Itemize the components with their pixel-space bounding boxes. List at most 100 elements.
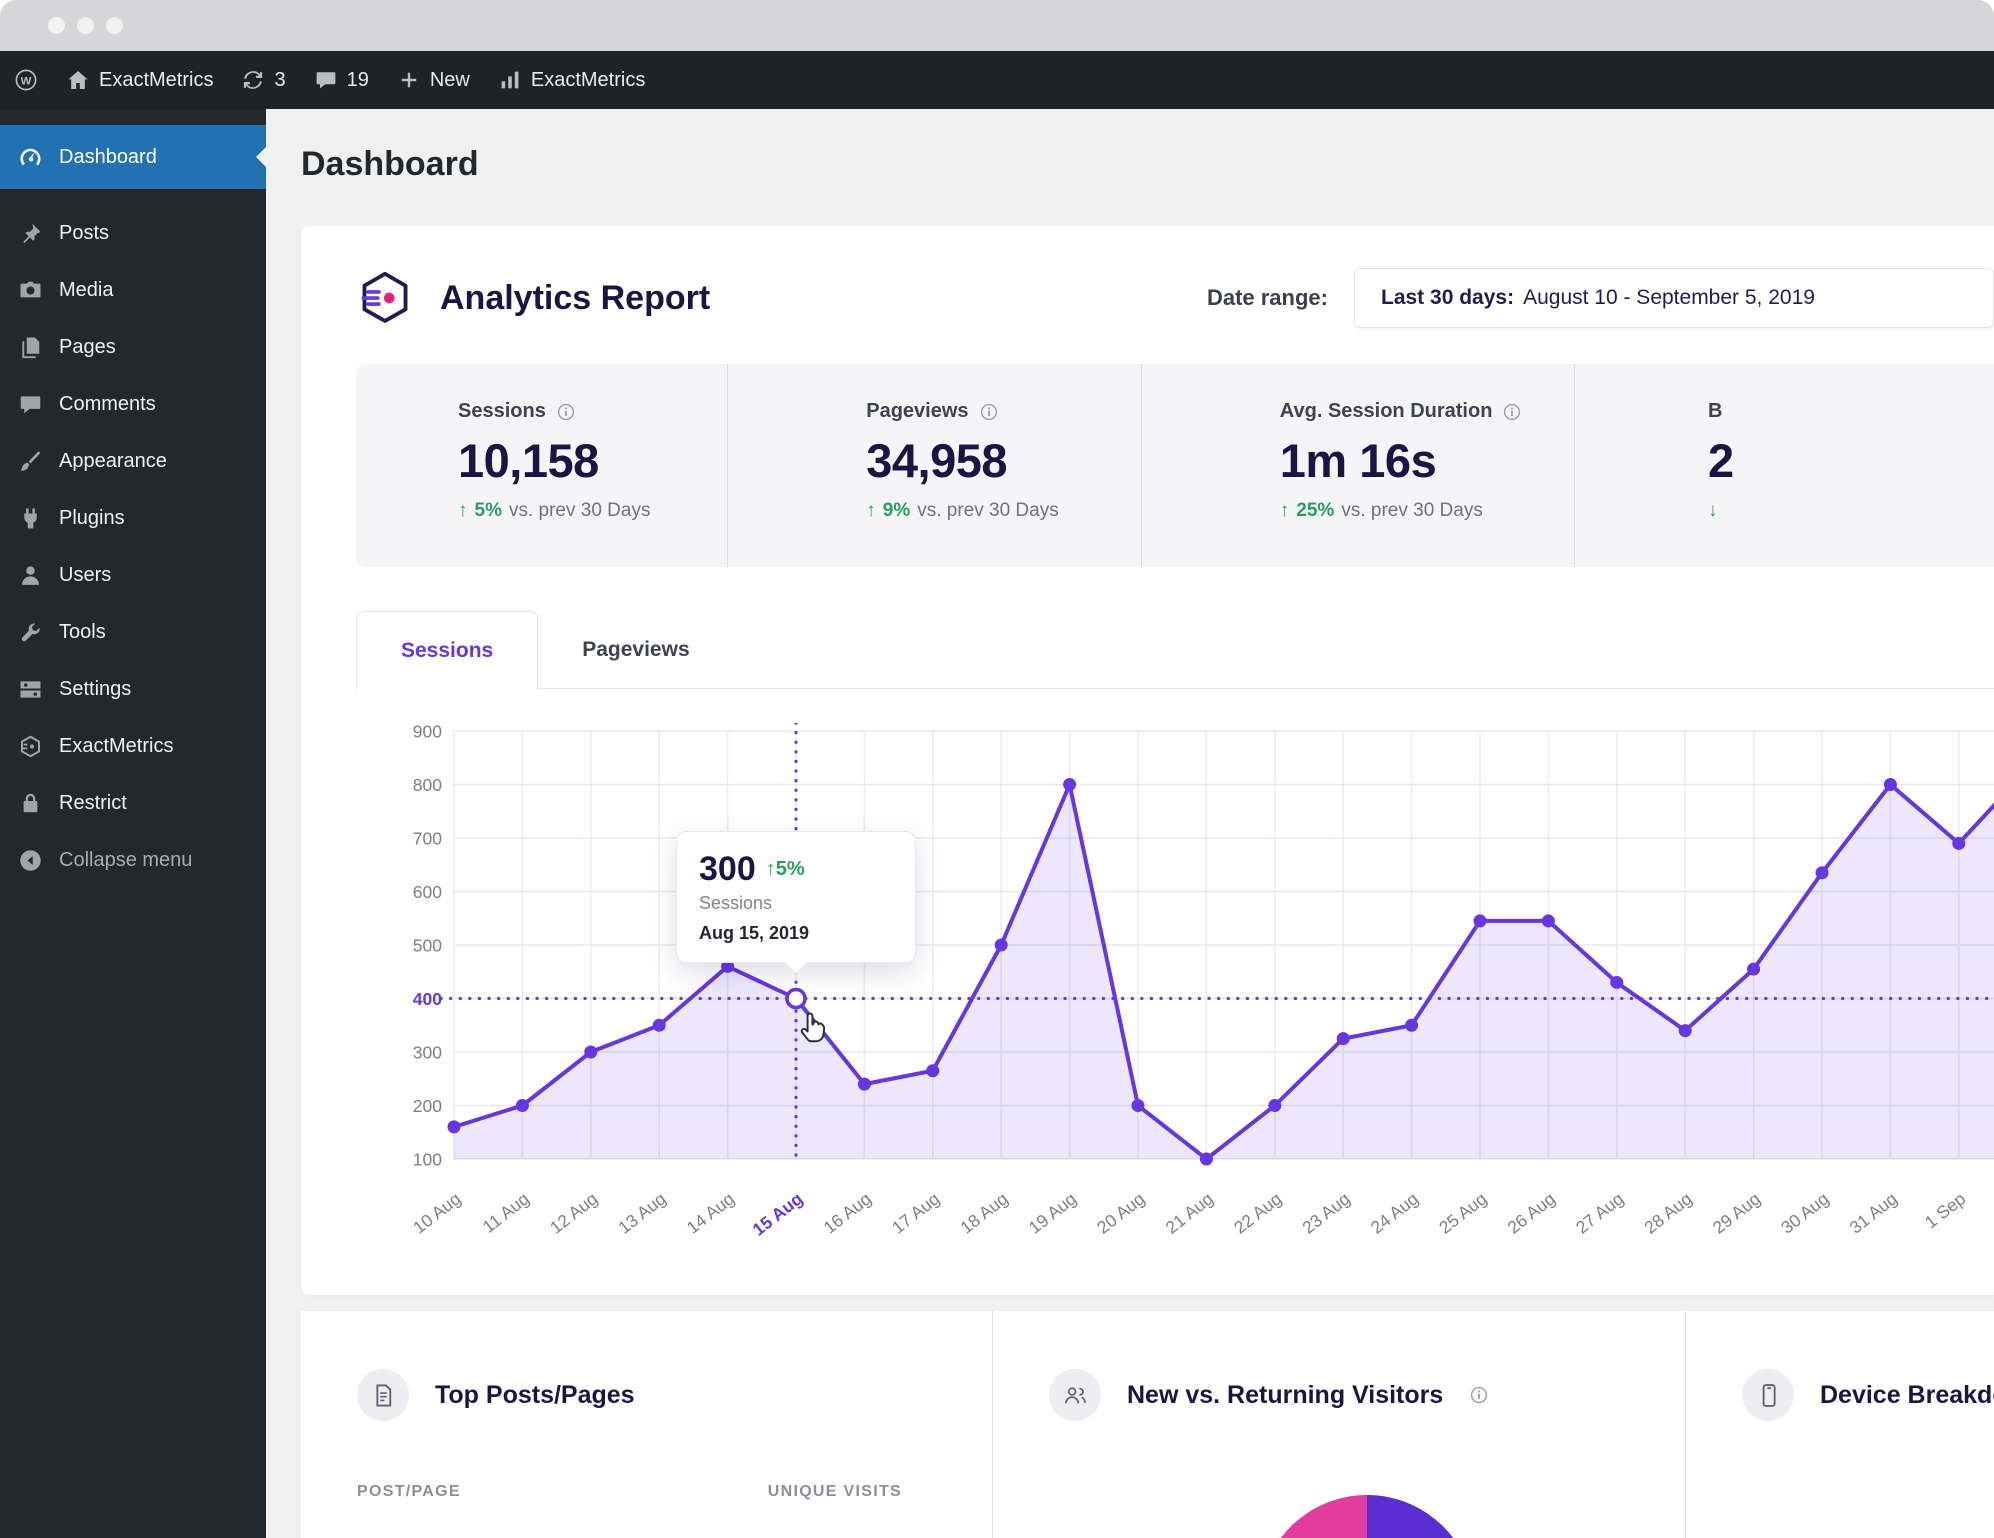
svg-text:19 Aug: 19 Aug: [1025, 1188, 1080, 1237]
stat-value: 34,958: [866, 434, 1008, 487]
summary-stats: Sessions 10,158 ↑ 5% vs. prev 30 Days Pa…: [356, 364, 1994, 567]
svg-text:600: 600: [413, 882, 442, 902]
sidebar-item-settings[interactable]: Settings: [0, 661, 266, 718]
info-icon[interactable]: [1469, 1385, 1489, 1405]
stat-change: ↑ 9% vs. prev 30 Days: [866, 500, 1059, 521]
exactmetrics-logo-icon: [356, 269, 414, 327]
sidebar-item-exactmetrics[interactable]: ExactMetrics: [0, 718, 266, 775]
bar-chart-icon: [498, 68, 522, 92]
stat-sessions: Sessions 10,158 ↑ 5% vs. prev 30 Days: [356, 364, 727, 567]
window-close-dot[interactable]: [48, 17, 65, 34]
restrict-icon: [18, 791, 43, 816]
info-icon[interactable]: [1502, 402, 1522, 422]
line-chart-svg: 100 200 300 400 500 600 700 800 900 10 Aug 11 Aug 1…: [409, 723, 1994, 1240]
column-post-page: POST/PAGE: [357, 1483, 461, 1500]
stat-label: Pageviews: [866, 400, 969, 422]
sidebar-item-dashboard[interactable]: Dashboard: [0, 125, 266, 189]
sidebar-item-collapse-menu[interactable]: Collapse menu: [0, 832, 266, 889]
stat-pageviews: Pageviews 34,958 ↑ 9% vs. prev 30 Days: [727, 364, 1141, 567]
svg-text:26 Aug: 26 Aug: [1504, 1188, 1559, 1237]
update-icon: [241, 68, 265, 92]
svg-text:25 Aug: 25 Aug: [1435, 1188, 1490, 1237]
info-icon[interactable]: [556, 402, 576, 422]
home-icon: [66, 68, 90, 92]
stat-avg-session-duration: Avg. Session Duration 1m 16s ↑ 25% vs. p…: [1140, 364, 1574, 567]
svg-text:17 Aug: 17 Aug: [888, 1188, 943, 1237]
sidebar-item-users[interactable]: Users: [0, 547, 266, 604]
sidebar-item-tools[interactable]: Tools: [0, 604, 266, 661]
wordpress-logo-icon: W: [14, 68, 38, 92]
stat-truncated: B 2 ↓: [1574, 364, 1994, 567]
svg-text:1 Sep: 1 Sep: [1921, 1188, 1969, 1232]
exactmetrics-icon: [18, 734, 43, 759]
dashboard-icon: [18, 145, 43, 170]
report-header: Analytics Report Date range: Last 30 day…: [301, 226, 1994, 364]
site-name-menu[interactable]: ExactMetrics: [52, 51, 227, 109]
collapse-icon: [18, 848, 43, 873]
sidebar-item-media[interactable]: Media: [0, 262, 266, 319]
comments-menu[interactable]: 19: [300, 51, 383, 109]
wp-admin-bar: W ExactMetrics 3 19 New ExactMetrics: [0, 51, 1994, 109]
sidebar-item-appearance[interactable]: Appearance: [0, 433, 266, 490]
svg-text:23 Aug: 23 Aug: [1298, 1188, 1353, 1237]
svg-text:22 Aug: 22 Aug: [1230, 1188, 1285, 1237]
posts-icon: [18, 221, 43, 246]
svg-text:800: 800: [413, 775, 442, 795]
svg-text:28 Aug: 28 Aug: [1640, 1188, 1695, 1237]
new-vs-returning-title: New vs. Returning Visitors: [1127, 1380, 1444, 1409]
main-content: Dashboard Analytics Report Date range: L…: [266, 109, 1994, 1538]
svg-text:30 Aug: 30 Aug: [1777, 1188, 1832, 1237]
svg-text:21 Aug: 21 Aug: [1162, 1188, 1217, 1237]
settings-icon: [18, 677, 43, 702]
tab-sessions[interactable]: Sessions: [356, 611, 539, 689]
sidebar-item-plugins[interactable]: Plugins: [0, 490, 266, 547]
stat-label: Avg. Session Duration: [1279, 400, 1493, 422]
wp-logo-menu[interactable]: W: [0, 51, 52, 109]
svg-text:27 Aug: 27 Aug: [1572, 1188, 1627, 1237]
stat-value: 2: [1708, 434, 1734, 487]
tooltip-change: ↑5%: [765, 857, 805, 880]
info-icon[interactable]: [979, 402, 999, 422]
svg-text:W: W: [21, 75, 32, 87]
tab-pageviews[interactable]: Pageviews: [538, 611, 733, 688]
svg-text:900: 900: [413, 723, 442, 742]
sidebar-item-comments[interactable]: Comments: [0, 376, 266, 433]
chart-tooltip: 300 ↑5% Sessions Aug 15, 2019: [676, 830, 916, 975]
arrow-up-icon: ↑: [458, 500, 468, 521]
svg-text:13 Aug: 13 Aug: [614, 1188, 669, 1237]
report-title: Analytics Report: [440, 278, 711, 317]
svg-text:11 Aug: 11 Aug: [479, 1188, 533, 1237]
svg-text:10 Aug: 10 Aug: [409, 1188, 464, 1237]
comment-bubble-icon: [314, 68, 338, 92]
sidebar-item-label: Restrict: [59, 792, 127, 814]
sidebar-item-label: Plugins: [59, 507, 125, 529]
visitors-pie-chart: [1259, 1495, 1475, 1538]
sessions-chart[interactable]: 100 200 300 400 500 600 700 800 900 10 Aug 11 Aug 1…: [301, 723, 1994, 1283]
new-content-menu[interactable]: New: [383, 51, 484, 109]
svg-text:300: 300: [413, 1043, 442, 1063]
exactmetrics-toolbar-menu[interactable]: ExactMetrics: [484, 51, 659, 109]
date-range-dates: August 10 - September 5, 2019: [1523, 286, 1815, 309]
appearance-icon: [18, 449, 43, 474]
date-range-button[interactable]: Last 30 days: August 10 - September 5, 2…: [1354, 268, 1994, 328]
sidebar-item-pages[interactable]: Pages: [0, 319, 266, 376]
window-minimize-dot[interactable]: [77, 17, 94, 34]
svg-text:200: 200: [413, 1096, 442, 1116]
new-vs-returning-card: New vs. Returning Visitors: [992, 1311, 1685, 1538]
pages-icon: [18, 335, 43, 360]
updates-menu[interactable]: 3: [227, 51, 299, 109]
arrow-up-icon: ↑: [1279, 500, 1290, 521]
column-unique-visits: UNIQUE VISITS: [767, 1483, 902, 1500]
document-icon: [357, 1369, 409, 1421]
svg-text:700: 700: [413, 829, 442, 849]
date-range-preset: Last 30 days:: [1381, 286, 1515, 309]
top-posts-columns: POST/PAGE UNIQUE VISITS: [357, 1483, 992, 1501]
device-breakdown-title: Device Breakdown: [1820, 1380, 1994, 1409]
arrow-down-icon: ↓: [1708, 500, 1718, 521]
sidebar-item-posts[interactable]: Posts: [0, 205, 266, 262]
tooltip-label: Sessions: [699, 892, 773, 913]
device-breakdown-card: Device Breakdown: [1685, 1311, 1994, 1538]
window-zoom-dot[interactable]: [106, 17, 123, 34]
svg-text:400: 400: [413, 989, 442, 1009]
sidebar-item-restrict[interactable]: Restrict: [0, 775, 266, 832]
